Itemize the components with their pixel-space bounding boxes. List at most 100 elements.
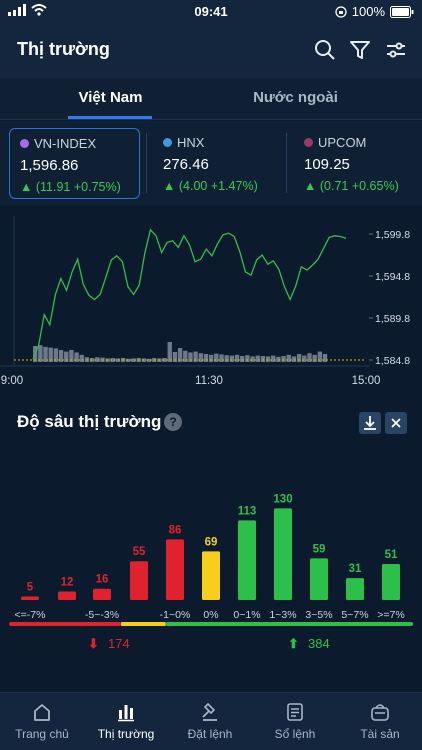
volume-bar: [271, 355, 276, 362]
search-icon[interactable]: [313, 38, 337, 62]
nav-label: Thị trường: [97, 727, 155, 741]
index-change-text: (4.00 +1.47%): [178, 179, 258, 193]
index-name: UPCOM: [318, 135, 367, 150]
index-dot: [304, 138, 313, 147]
volume-bar: [198, 353, 203, 362]
index-name: HNX: [177, 135, 205, 150]
volume-bar: [219, 354, 224, 362]
depth-bar: [310, 558, 328, 600]
index-card-hnx[interactable]: HNX 276.46 ▲ (4.00 +1.47%): [153, 128, 281, 199]
depth-bar: [166, 539, 184, 600]
index-card-vnindex[interactable]: VN-INDEX 1,596.86 ▲ (11.91 +0.75%): [9, 128, 140, 199]
close-button[interactable]: [385, 412, 407, 434]
y-tick-label: 1,594.8: [375, 271, 410, 283]
y-tick-label: 1,584.8: [375, 355, 410, 367]
bar-chart-icon: [118, 705, 134, 722]
index-name-row: VN-INDEX: [20, 136, 96, 151]
bottom-navigation: Trang chủ Thị trường Đặt lệnh Sổ lệnh Tà…: [0, 692, 422, 750]
depth-bar-value: 69: [205, 536, 218, 548]
decline-arrow-icon: ⬇: [88, 636, 99, 651]
nav-item-order[interactable]: Đặt lệnh: [168, 693, 252, 750]
nav-label: Tài sản: [360, 727, 400, 741]
help-icon[interactable]: ?: [164, 413, 182, 431]
depth-bar-value: 59: [313, 543, 326, 555]
gavel-icon: [202, 702, 217, 721]
volume-bar: [286, 354, 291, 362]
depth-bar-value: 51: [385, 549, 398, 561]
price-line: [32, 228, 347, 360]
active-tab-underline: [68, 116, 152, 119]
depth-category-label: -1~0%: [160, 609, 191, 621]
volume-bar: [79, 354, 84, 362]
x-tick-label: 15:00: [352, 375, 381, 387]
battery-percent: 100%: [351, 4, 385, 19]
market-depth-chart: 5 12 16 55 86 69 113 130 59 31 51 <=-7% -5~-3% -1~0% 0…: [9, 493, 413, 651]
depth-bar-value: 55: [133, 546, 146, 558]
depth-bar: [382, 564, 400, 600]
y-tick-label: 1,599.8: [375, 229, 410, 241]
depth-bar: [346, 578, 364, 600]
download-icon: [364, 416, 376, 430]
volume-bar: [224, 355, 229, 362]
market-tabs: Việt Nam Nước ngoài: [0, 78, 422, 120]
depth-category-label: 0%: [203, 609, 218, 621]
depth-bar: [130, 561, 148, 600]
volume-bar: [291, 356, 297, 362]
filter-icon[interactable]: [348, 38, 372, 62]
index-card-upcom[interactable]: UPCOM 109.25 ▲ (0.71 +0.65%): [294, 128, 422, 199]
x-tick-label: 9:00: [1, 375, 23, 387]
volume-bar: [296, 354, 302, 362]
index-dot: [20, 139, 29, 148]
depth-bar: [274, 508, 292, 600]
volume-bar: [245, 355, 250, 362]
tab-nuoc-ngoai[interactable]: Nước ngoài: [190, 78, 401, 120]
intraday-chart[interactable]: 1,599.8 1,594.8 1,589.8 1,584.8 9:00 11:30 15:…: [0, 206, 422, 394]
index-change-text: (0.71 +0.65%): [319, 179, 399, 193]
volume-bar: [167, 342, 172, 362]
order-book-icon: [287, 703, 303, 721]
index-value: 109.25: [304, 156, 350, 173]
nav-item-home[interactable]: Trang chủ: [0, 693, 84, 750]
download-button[interactable]: [359, 412, 381, 434]
depth-category-label: 1~3%: [269, 609, 296, 621]
advance-arrow-icon: ⬆: [288, 636, 299, 651]
advance-strip: [165, 622, 413, 626]
volume-bar: [302, 355, 307, 362]
tab-viet-nam[interactable]: Việt Nam: [5, 78, 216, 120]
nav-label: Đặt lệnh: [187, 727, 233, 741]
volume-bar: [208, 354, 214, 362]
index-dot: [163, 138, 172, 147]
home-icon: [34, 704, 50, 721]
battery-icon: [390, 5, 414, 18]
settings-sliders-icon[interactable]: [384, 38, 408, 62]
index-value: 1,596.86: [20, 157, 79, 174]
index-change: ▲ (11.91 +0.75%): [20, 180, 121, 194]
depth-bar-value: 12: [61, 577, 74, 589]
index-change-text: (11.91 +0.75%): [35, 180, 121, 194]
orientation-lock-icon: [335, 5, 347, 18]
nav-label: Trang chủ: [15, 727, 69, 741]
nav-item-assets[interactable]: Tài sản: [338, 693, 422, 750]
volume-bar: [74, 352, 79, 362]
depth-category-label: 5~7%: [341, 609, 368, 621]
nav-item-order-book[interactable]: Sổ lệnh: [253, 693, 337, 750]
depth-bar-value: 16: [96, 574, 109, 586]
volume-bar: [214, 353, 219, 362]
volume-bar: [322, 354, 328, 362]
status-bar: 09:41 100%: [0, 0, 422, 24]
volume-bar: [188, 352, 193, 362]
nav-item-market[interactable]: Thị trường: [84, 693, 168, 750]
flat-strip: [121, 622, 166, 626]
volume-bar: [203, 354, 209, 362]
volume-bar: [229, 355, 235, 362]
volume-bar: [38, 345, 43, 362]
index-change: ▲ (0.71 +0.65%): [304, 179, 399, 193]
index-change: ▲ (4.00 +1.47%): [163, 179, 258, 193]
volume-bar: [240, 356, 245, 362]
depth-category-label: 0~1%: [233, 609, 260, 621]
index-name: VN-INDEX: [34, 136, 97, 151]
volume-bar: [307, 353, 312, 362]
volume-bar: [265, 356, 271, 362]
depth-bar: [21, 596, 39, 600]
volume-bar: [281, 356, 286, 362]
